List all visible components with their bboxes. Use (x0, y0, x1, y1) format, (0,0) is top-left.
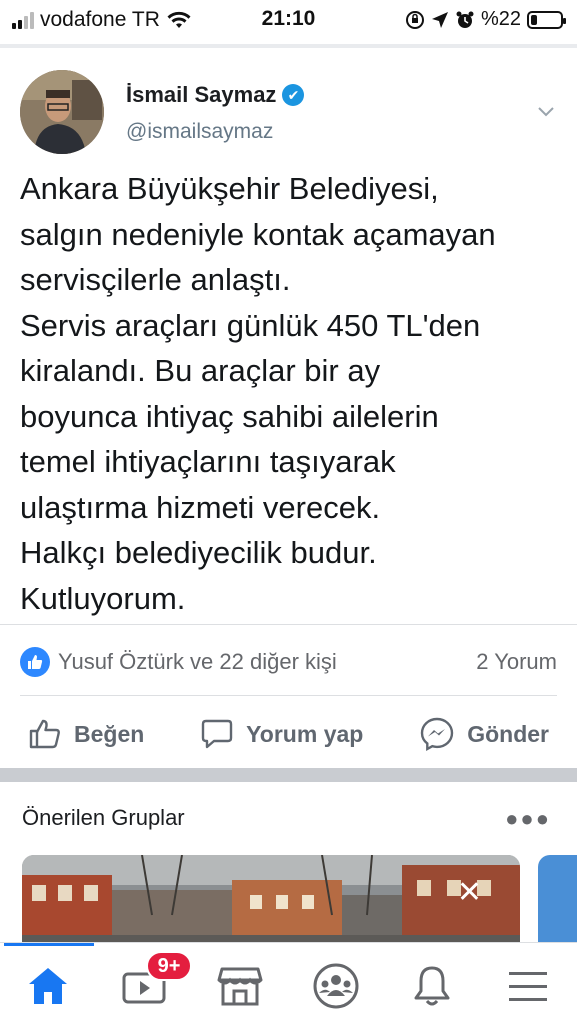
notifications-icon (414, 966, 450, 1006)
comment-icon (201, 719, 233, 749)
post-text-line: Servis araçları günlük 450 TL'den (20, 307, 481, 343)
post-text-line: Ankara Büyükşehir Belediyesi, (20, 171, 439, 206)
section-divider (0, 768, 577, 782)
orientation-lock-icon (405, 10, 424, 29)
notifications-tab[interactable] (402, 961, 462, 1011)
post-text-line: temel ihtiyaçlarını taşıyarak (20, 444, 396, 479)
messenger-icon (421, 717, 454, 752)
like-button[interactable]: Beğen (20, 714, 152, 754)
send-button-label: Gönder (467, 720, 549, 747)
comment-button[interactable]: Yorum yap (192, 714, 371, 754)
battery-icon (527, 10, 566, 29)
post-text-line: servisçilerle anlaştı. (20, 262, 291, 297)
watch-notification-badge: 9+ (146, 951, 192, 981)
post-text: Ankara Büyükşehir Belediyesi, salgın ned… (20, 166, 565, 621)
post-text-line: ulaştırma hizmeti verecek. (20, 489, 381, 525)
close-icon[interactable]: ✕ (457, 875, 482, 910)
alarm-icon (456, 11, 474, 28)
post-text-line: Halkçı belediyecilik budur. (20, 535, 377, 570)
location-icon (431, 11, 448, 28)
like-reaction-icon (20, 647, 50, 677)
avatar-image (20, 70, 104, 154)
chevron-down-icon[interactable] (537, 102, 555, 120)
divider (20, 695, 557, 696)
reactions-row: Yusuf Öztürk ve 22 diğer kişi 2 Yorum (20, 645, 557, 679)
battery-percent: %22 (480, 8, 521, 30)
author-avatar[interactable] (20, 70, 104, 154)
next-group-card[interactable] (538, 855, 577, 947)
active-tab-indicator (4, 943, 94, 946)
top-divider (0, 44, 577, 48)
like-button-label: Beğen (74, 720, 145, 747)
groups-tab[interactable] (306, 961, 366, 1011)
group-card[interactable]: ✕ (22, 855, 520, 947)
likes-text: Yusuf Öztürk ve 22 diğer kişi (58, 649, 337, 674)
post-actions: Beğen Yorum yap Gönder (20, 710, 557, 758)
author-name[interactable]: İsmail Saymaz (126, 82, 276, 108)
menu-tab[interactable] (498, 961, 558, 1011)
comments-count[interactable]: 2 Yorum (476, 649, 557, 675)
status-bar: vodafone TR 21:10 %22 (0, 0, 577, 40)
battery-level (531, 14, 537, 25)
verified-icon: ✔ (282, 84, 305, 106)
home-icon (29, 968, 67, 1004)
marketplace-icon (217, 967, 263, 1006)
send-button[interactable]: Gönder (411, 712, 557, 756)
bottom-nav (0, 942, 577, 1024)
status-right: %22 (405, 8, 566, 31)
thumbs-up-icon (29, 719, 60, 749)
comment-button-label: Yorum yap (246, 720, 364, 747)
author-handle: @ismailsaymaz (126, 120, 274, 143)
author-name-row[interactable]: İsmail Saymaz ✔ (126, 82, 305, 108)
suggested-groups-title: Önerilen Gruplar (22, 805, 185, 830)
post-text-line: boyunca ihtiyaç sahibi ailelerin (20, 398, 439, 434)
likes-summary[interactable]: Yusuf Öztürk ve 22 diğer kişi (20, 647, 337, 677)
marketplace-tab[interactable] (210, 961, 270, 1011)
more-dots-icon[interactable]: ●●● (505, 806, 551, 832)
divider (0, 624, 577, 625)
groups-icon (313, 963, 359, 1009)
post-text-line: Kutluyorum. (20, 580, 186, 616)
post-text-line: salgın nedeniyle kontak açamayan (20, 216, 496, 252)
menu-icon (509, 972, 547, 1001)
home-tab[interactable] (18, 961, 78, 1011)
post-text-line: kiralandı. Bu araçlar bir ay (20, 353, 381, 388)
group-card-image (22, 855, 520, 947)
